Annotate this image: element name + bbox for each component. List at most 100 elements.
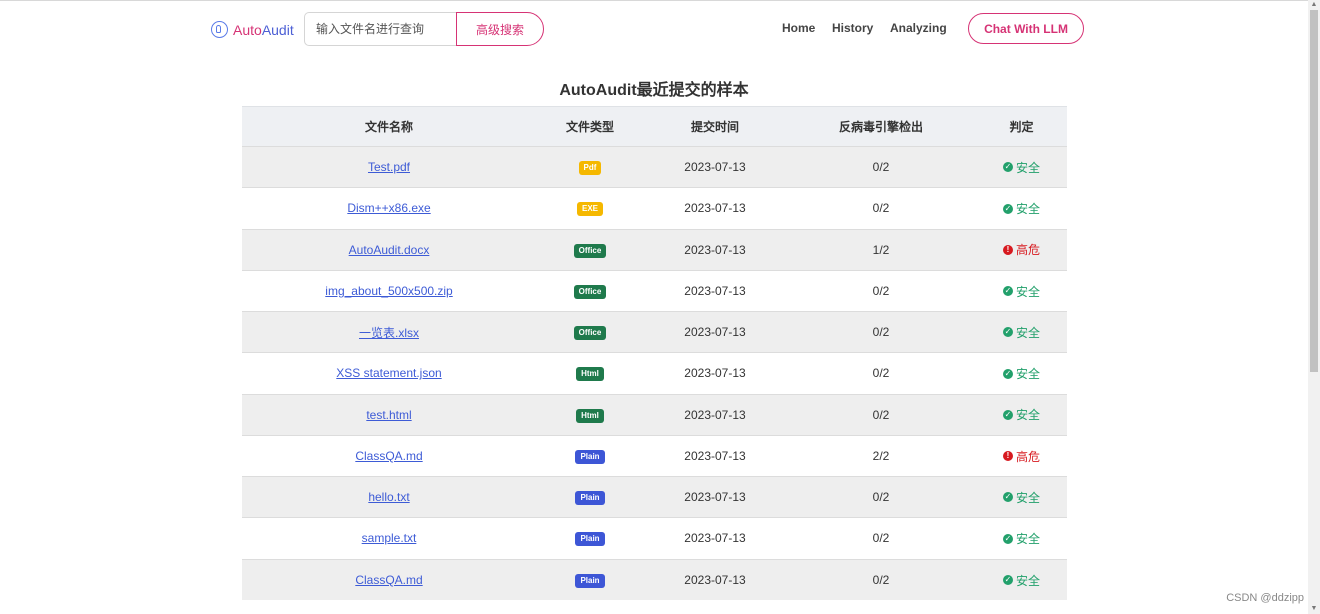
filetype-badge: Office xyxy=(573,326,607,341)
filetype-badge: Plain xyxy=(575,491,605,506)
nav-analyzing[interactable]: Analyzing xyxy=(890,21,947,35)
check-circle-icon: ✓ xyxy=(1002,533,1013,544)
cell-av-detection: 0/2 xyxy=(786,558,976,601)
cell-filename: ClassQA.md xyxy=(242,558,536,601)
scroll-thumb[interactable] xyxy=(1310,10,1318,372)
file-link[interactable]: 一览表.xlsx xyxy=(359,326,419,340)
page-title: AutoAudit最近提交的样本 xyxy=(559,82,749,99)
table-row: 一览表.xlsx Office 2023-07-13 0/2 ✓ 安全 xyxy=(242,310,1067,353)
filetype-badge: Plain xyxy=(575,532,605,547)
file-link[interactable]: ClassQA.md xyxy=(355,573,422,587)
cell-filename: ClassQA.md xyxy=(242,434,536,477)
scroll-down-arrow-icon[interactable]: ▼ xyxy=(1308,604,1320,614)
table-row: sample.txt Plain 2023-07-13 0/2 ✓ 安全 xyxy=(242,517,1067,559)
cell-filename: Test.pdf xyxy=(242,145,536,188)
file-link[interactable]: sample.txt xyxy=(362,531,417,545)
cell-submit-time: 2023-07-13 xyxy=(644,228,786,271)
nav-history[interactable]: History xyxy=(832,21,873,35)
top-border xyxy=(0,0,1308,1)
cell-verdict: ✓ 安全 xyxy=(976,145,1067,188)
cell-verdict: ✓ 安全 xyxy=(976,475,1067,518)
file-link[interactable]: XSS statement.json xyxy=(336,366,441,380)
cell-verdict: ✓ 安全 xyxy=(976,269,1067,312)
watermark: CSDN @ddzipp xyxy=(1226,592,1304,604)
verdict-status: ✓ 安全 xyxy=(1002,159,1040,176)
verdict-status: ✓ 安全 xyxy=(1002,324,1040,341)
cell-filetype: Office xyxy=(536,228,644,271)
samples-table: 文件名称 文件类型 提交时间 反病毒引擎检出 判定 Test.pdf Pdf 202… xyxy=(242,106,1067,601)
verdict-status: ✓ 安全 xyxy=(1002,365,1040,382)
check-circle-icon: ✓ xyxy=(1002,162,1013,173)
verdict-label: 安全 xyxy=(1015,408,1040,423)
file-link[interactable]: Dism++x86.exe xyxy=(347,201,430,215)
check-circle-icon: ✓ xyxy=(1002,575,1013,586)
table-row: ClassQA.md Plain 2023-07-13 2/2! 高危 xyxy=(242,434,1067,477)
cell-verdict: ✓ 安全 xyxy=(976,187,1067,229)
check-circle-icon: ✓ xyxy=(1002,327,1013,338)
cell-submit-time: 2023-07-13 xyxy=(644,145,786,188)
verdict-status: ! 高危 xyxy=(1002,448,1040,465)
cell-av-detection: 0/2 xyxy=(786,517,976,559)
column-header-submit-time: 提交时间 xyxy=(644,106,786,147)
file-link[interactable]: ClassQA.md xyxy=(355,449,422,463)
verdict-status: ✓ 安全 xyxy=(1002,530,1040,547)
cell-av-detection: 0/2 xyxy=(786,475,976,518)
table-row: Dism++x86.exe EXE 2023-07-13 0/2 ✓ 安全 xyxy=(242,187,1067,229)
nav-home[interactable]: Home xyxy=(782,21,815,35)
cell-filetype: Plain xyxy=(536,475,644,518)
table-row: Test.pdf Pdf 2023-07-13 0/2 ✓ 安全 xyxy=(242,145,1067,188)
file-link[interactable]: AutoAudit.docx xyxy=(349,243,430,257)
cell-filetype: Office xyxy=(536,269,644,312)
column-header-verdict: 判定 xyxy=(976,106,1067,147)
table-row: hello.txt Plain 2023-07-13 0/2 ✓ 安全 xyxy=(242,475,1067,518)
cell-submit-time: 2023-07-13 xyxy=(644,517,786,559)
file-link[interactable]: hello.txt xyxy=(368,490,409,504)
cell-av-detection: 0/2 xyxy=(786,187,976,229)
exclamation-circle-icon: ! xyxy=(1002,451,1013,462)
file-link[interactable]: img_about_500x500.zip xyxy=(325,284,452,298)
advanced-search-button[interactable]: 高级搜索 xyxy=(456,12,544,46)
cell-av-detection: 0/2 xyxy=(786,145,976,188)
search-input[interactable] xyxy=(304,12,457,46)
column-header-filename: 文件名称 xyxy=(242,106,536,147)
cell-submit-time: 2023-07-13 xyxy=(644,434,786,477)
scroll-up-arrow-icon[interactable]: ▲ xyxy=(1308,0,1320,10)
cell-av-detection: 1/2 xyxy=(786,228,976,271)
cell-submit-time: 2023-07-13 xyxy=(644,393,786,436)
cell-verdict: ✓ 安全 xyxy=(976,393,1067,436)
cell-filename: AutoAudit.docx xyxy=(242,228,536,271)
cell-submit-time: 2023-07-13 xyxy=(644,352,786,394)
cell-filetype: Html xyxy=(536,352,644,394)
cell-filename: sample.txt xyxy=(242,517,536,559)
cell-verdict: ✓ 安全 xyxy=(976,517,1067,559)
verdict-status: ! 高危 xyxy=(1002,241,1040,258)
verdict-label: 安全 xyxy=(1015,284,1040,299)
verdict-label: 高危 xyxy=(1015,243,1040,258)
filetype-badge: Office xyxy=(573,243,607,258)
cell-filename: test.html xyxy=(242,393,536,436)
chat-with-llm-button[interactable]: Chat With LLM xyxy=(968,13,1084,44)
verdict-status: ✓ 安全 xyxy=(1002,200,1040,217)
filetype-badge: Pdf xyxy=(578,161,602,176)
cell-filetype: Office xyxy=(536,310,644,353)
verdict-status: ✓ 安全 xyxy=(1002,283,1040,300)
table-header-row: 文件名称 文件类型 提交时间 反病毒引擎检出 判定 xyxy=(242,106,1067,147)
verdict-label: 安全 xyxy=(1015,325,1040,340)
logo[interactable]: AutoAudit xyxy=(211,21,294,38)
verdict-label: 安全 xyxy=(1015,202,1040,217)
cell-av-detection: 0/2 xyxy=(786,269,976,312)
check-circle-icon: ✓ xyxy=(1002,409,1013,420)
page-scrollbar[interactable]: ▲ ▼ xyxy=(1308,0,1320,614)
cell-filetype: Html xyxy=(536,393,644,436)
file-link[interactable]: test.html xyxy=(366,408,411,422)
exclamation-circle-icon: ! xyxy=(1002,244,1013,255)
cell-filetype: Pdf xyxy=(536,145,644,188)
cell-filename: img_about_500x500.zip xyxy=(242,269,536,312)
table-row: img_about_500x500.zip Office 2023-07-13 0/2… xyxy=(242,269,1067,312)
verdict-label: 高危 xyxy=(1015,449,1040,464)
cell-filename: 一览表.xlsx xyxy=(242,310,536,353)
column-header-av-detection: 反病毒引擎检出 xyxy=(786,106,976,147)
cell-av-detection: 0/2 xyxy=(786,310,976,353)
filetype-badge: Html xyxy=(576,367,604,382)
file-link[interactable]: Test.pdf xyxy=(368,160,410,174)
